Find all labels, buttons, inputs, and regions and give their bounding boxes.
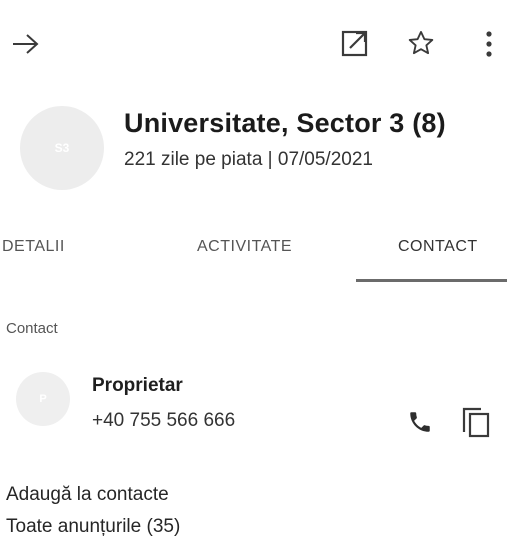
back-button[interactable] <box>8 26 44 62</box>
more-options-button[interactable] <box>474 24 504 64</box>
open-external-icon <box>341 30 368 57</box>
contact-name: Proprietar <box>92 375 183 396</box>
listing-subtitle: 221 zile pe piata | 07/05/2021 <box>124 149 373 170</box>
copy-icon <box>462 407 490 438</box>
star-outline-icon <box>408 30 434 55</box>
tab-contact[interactable]: CONTACT <box>398 238 478 256</box>
all-listings-link[interactable]: Toate anunțurile (35) <box>6 516 180 538</box>
active-tab-indicator <box>356 279 507 282</box>
more-vertical-icon <box>486 31 492 57</box>
tab-activitate[interactable]: ACTIVITATE <box>197 238 292 256</box>
favorite-button[interactable] <box>402 24 440 62</box>
copy-button[interactable] <box>456 402 496 442</box>
listing-title: Universitate, Sector 3 (8) <box>124 108 446 138</box>
add-to-contacts-link[interactable]: Adaugă la contacte <box>6 484 169 506</box>
tab-detalii[interactable]: DETALII <box>2 238 65 256</box>
arrow-right-icon <box>13 34 39 54</box>
open-external-button[interactable] <box>336 24 374 62</box>
contact-phone: +40 755 566 666 <box>92 410 236 431</box>
call-button[interactable] <box>402 404 438 440</box>
phone-icon <box>410 412 430 432</box>
contact-avatar: P <box>16 372 70 426</box>
section-label: Contact <box>6 320 58 337</box>
listing-avatar: S3 <box>20 106 104 190</box>
